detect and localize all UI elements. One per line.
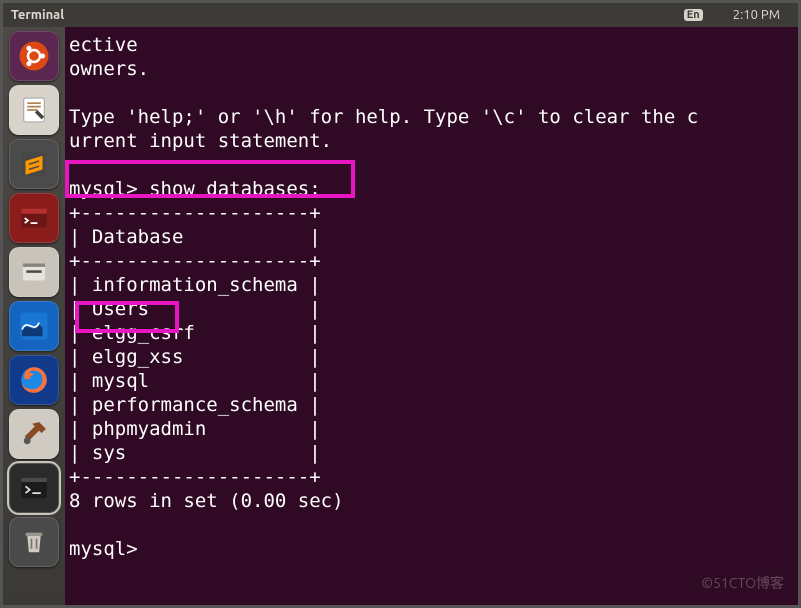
settings-tool-icon[interactable]: [9, 409, 59, 459]
terminal-line: mysql> show databases;: [69, 177, 794, 201]
wireshark-icon[interactable]: [9, 301, 59, 351]
files-icon[interactable]: [9, 247, 59, 297]
terminal-line: | elgg_csrf |: [69, 321, 794, 345]
terminal-line: | mysql |: [69, 369, 794, 393]
window-title: Terminal: [11, 8, 64, 22]
terminal-line: | performance_schema |: [69, 393, 794, 417]
terminal-line: [69, 513, 794, 537]
terminal-line: +--------------------+: [69, 201, 794, 225]
system-tray: En 2:10 PM: [674, 8, 790, 22]
terminal-line: | information_schema |: [69, 273, 794, 297]
terminal-line: owners.: [69, 57, 794, 81]
terminal-line: | elgg_xss |: [69, 345, 794, 369]
terminal-line: mysql>: [69, 537, 794, 561]
terminal-line: +--------------------+: [69, 249, 794, 273]
terminal-line: ective: [69, 33, 794, 57]
sublime-icon[interactable]: [9, 139, 59, 189]
trash-icon[interactable]: [9, 517, 59, 567]
keyboard-lang-badge[interactable]: En: [684, 9, 703, 21]
terminal-line: Type 'help;' or '\h' for help. Type '\c'…: [69, 105, 794, 129]
terminal-line: | Users |: [69, 297, 794, 321]
terminal-line: +--------------------+: [69, 465, 794, 489]
text-editor-icon[interactable]: [9, 85, 59, 135]
terminal-line: [69, 81, 794, 105]
launcher-dock: [3, 27, 65, 605]
clock[interactable]: 2:10 PM: [733, 8, 780, 22]
watermark: ©51CTO博客: [701, 573, 784, 593]
top-menu-bar: Terminal En 2:10 PM: [3, 3, 798, 27]
terminal-icon[interactable]: [9, 463, 59, 513]
terminal-line: | Database |: [69, 225, 794, 249]
terminal-line: | phpmyadmin |: [69, 417, 794, 441]
terminal-output[interactable]: ectiveowners. Type 'help;' or '\h' for he…: [65, 27, 798, 605]
terminal-line: 8 rows in set (0.00 sec): [69, 489, 794, 513]
terminal-line: | sys |: [69, 441, 794, 465]
terminal-line: urrent input statement.: [69, 129, 794, 153]
ubuntu-icon[interactable]: [9, 31, 59, 81]
firefox-icon[interactable]: [9, 355, 59, 405]
terminal-line: [69, 153, 794, 177]
terminal-red-icon[interactable]: [9, 193, 59, 243]
